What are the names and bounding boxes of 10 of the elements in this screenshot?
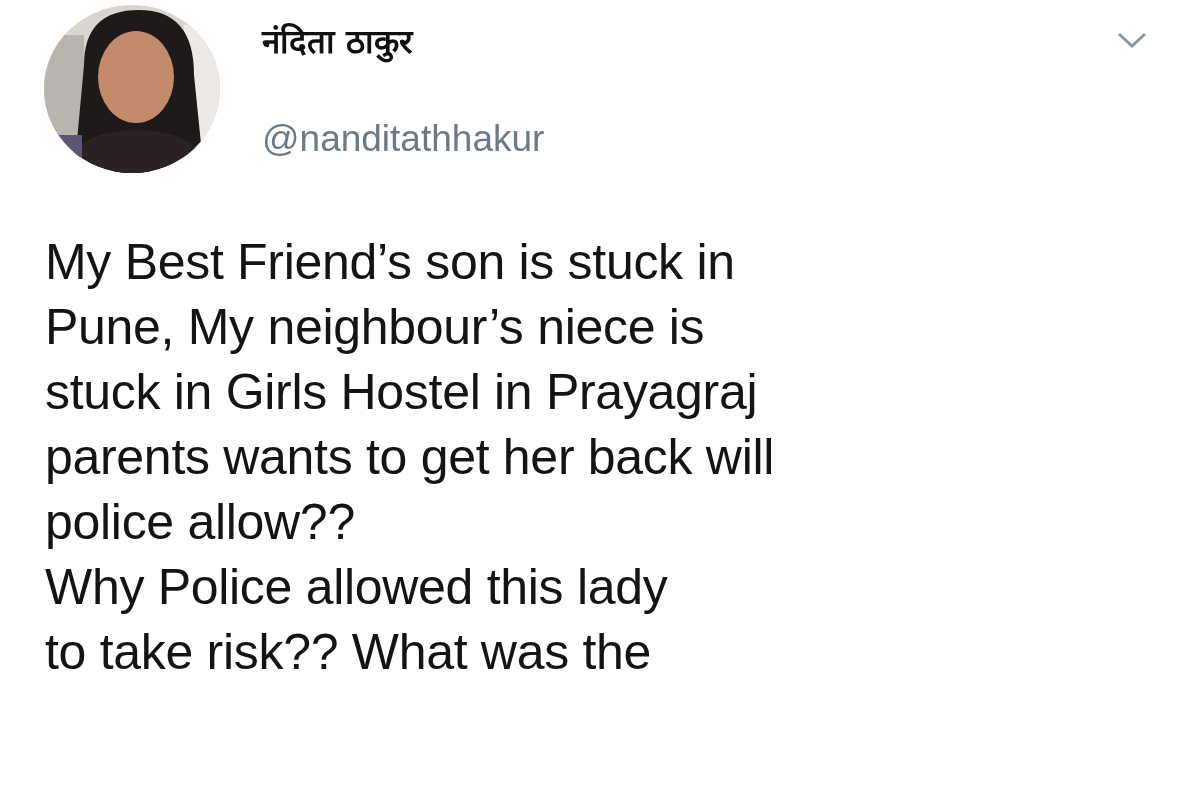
chevron-icon[interactable] (1116, 30, 1148, 50)
tweet-text: Pune, My neighbour’s niece is (45, 298, 705, 357)
tweet-text: Why Police allowed this lady (45, 558, 668, 617)
tweet-text: police allow?? (45, 493, 355, 552)
tweet-text: parents wants to get her back will (45, 428, 775, 487)
author-name: नंदिता ठाकुर (262, 21, 415, 65)
tweet-text: stuck in Girls Hostel in Prayagraj (45, 363, 758, 422)
tweet-text: My Best Friend’s son is stuck in (45, 233, 735, 292)
author-handle: @nanditathhakur (262, 117, 545, 161)
tweet-text: to take risk?? What was the (45, 623, 652, 682)
